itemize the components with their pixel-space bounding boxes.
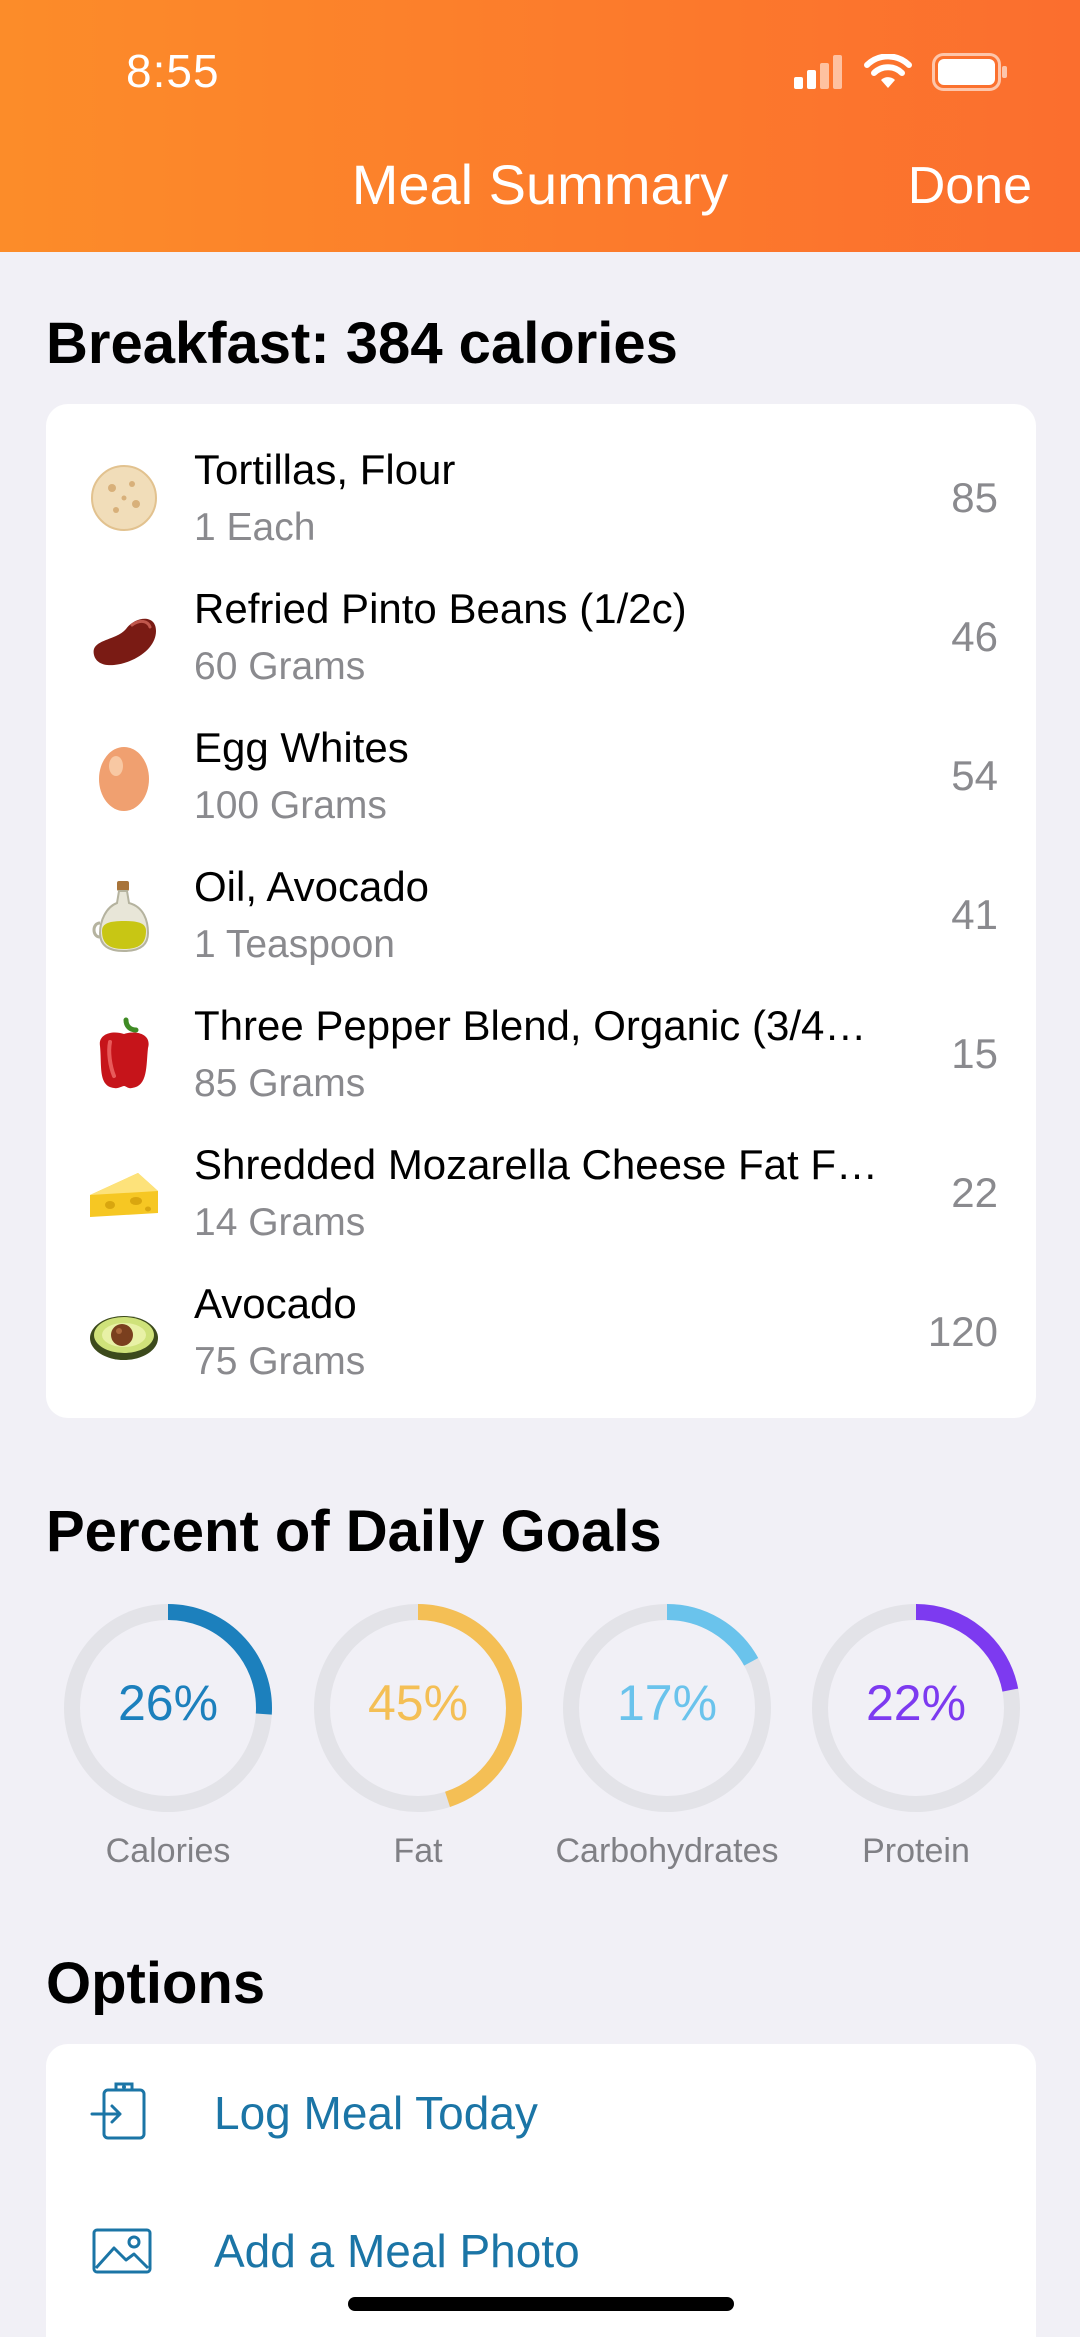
- cheese-icon: [90, 1173, 158, 1217]
- ring-value: 17%: [616, 1675, 718, 1731]
- food-row[interactable]: Oil, Avocado 1 Teaspoon 41: [46, 845, 1036, 984]
- ring-protein: 22% Protein: [796, 1598, 1036, 1871]
- food-amount: 1 Teaspoon: [194, 923, 395, 966]
- ring-label: Protein: [862, 1832, 970, 1870]
- egg-icon: [99, 747, 149, 811]
- food-name: Avocado: [194, 1280, 357, 1327]
- food-calories: 22: [951, 1169, 998, 1216]
- food-row[interactable]: Three Pepper Blend, Organic (3/4… 85 Gra…: [46, 984, 1036, 1123]
- battery-icon: [932, 53, 1007, 91]
- photo-icon: [92, 2228, 152, 2274]
- ring-label: Fat: [393, 1832, 443, 1870]
- food-calories: 15: [951, 1030, 998, 1077]
- bean-icon: [93, 618, 156, 666]
- log-meal-icon: [90, 2082, 146, 2140]
- food-calories: 85: [951, 474, 998, 521]
- tortilla-icon: [91, 465, 157, 531]
- goals-title: Percent of Daily Goals: [46, 1499, 662, 1564]
- food-amount: 1 Each: [194, 506, 316, 549]
- food-list: Tortillas, Flour 1 Each 85 Refried Pinto…: [46, 404, 1036, 1418]
- done-button[interactable]: Done: [908, 156, 1032, 216]
- food-amount: 14 Grams: [194, 1201, 366, 1244]
- meal-title: Breakfast: 384 calories: [46, 311, 678, 376]
- food-name: Egg Whites: [194, 724, 409, 771]
- food-name: Tortillas, Flour: [194, 446, 456, 493]
- ring-value: 26%: [117, 1675, 219, 1731]
- food-calories: 54: [951, 752, 998, 799]
- food-name: Refried Pinto Beans (1/2c): [194, 585, 687, 632]
- oil-bottle-icon: [92, 881, 150, 953]
- option-label: Add a Meal Photo: [214, 2225, 580, 2277]
- food-name: Shredded Mozarella Cheese Fat F…: [194, 1141, 878, 1188]
- food-amount: 75 Grams: [194, 1340, 366, 1383]
- avocado-icon: [90, 1316, 158, 1360]
- cellular-signal-icon: [794, 55, 842, 89]
- food-name: Three Pepper Blend, Organic (3/4…: [194, 1002, 867, 1049]
- food-calories: 41: [951, 891, 998, 938]
- meal-summary-screen: 8:55 Meal Summary Done Breakfast: 384 ca…: [0, 0, 1080, 2337]
- options-list: Log Meal Today Add a Meal Photo: [46, 2044, 1036, 2337]
- status-time: 8:55: [126, 45, 220, 97]
- food-row[interactable]: Shredded Mozarella Cheese Fat F… 14 Gram…: [46, 1123, 1036, 1262]
- header-bar: 8:55 Meal Summary Done: [0, 0, 1080, 252]
- log-meal-today-button[interactable]: Log Meal Today: [46, 2044, 1036, 2182]
- food-amount: 85 Grams: [194, 1062, 366, 1105]
- food-amount: 60 Grams: [194, 645, 366, 688]
- wifi-icon: [864, 54, 912, 88]
- ring-value: 45%: [367, 1675, 469, 1731]
- food-amount: 100 Grams: [194, 784, 387, 827]
- food-row[interactable]: Tortillas, Flour 1 Each 85: [46, 428, 1036, 567]
- bell-pepper-icon: [99, 1017, 149, 1089]
- ring-fat: 45% Fat: [298, 1598, 538, 1871]
- food-row[interactable]: Avocado 75 Grams 120: [46, 1262, 1036, 1401]
- options-title: Options: [46, 1951, 266, 2016]
- ring-label: Carbohydrates: [555, 1832, 779, 1870]
- food-name: Oil, Avocado: [194, 863, 430, 910]
- status-icons: [794, 52, 1008, 92]
- home-indicator[interactable]: [348, 2297, 734, 2311]
- ring-carbohydrates: 17% Carbohydrates: [547, 1598, 787, 1871]
- food-row[interactable]: Egg Whites 100 Grams 54: [46, 706, 1036, 845]
- food-row[interactable]: Refried Pinto Beans (1/2c) 60 Grams 46: [46, 567, 1036, 706]
- option-label: Log Meal Today: [214, 2087, 538, 2139]
- ring-value: 22%: [865, 1675, 967, 1731]
- food-calories: 120: [927, 1308, 998, 1355]
- ring-calories: 26% Calories: [48, 1598, 288, 1871]
- food-calories: 46: [951, 613, 998, 660]
- ring-label: Calories: [105, 1832, 231, 1870]
